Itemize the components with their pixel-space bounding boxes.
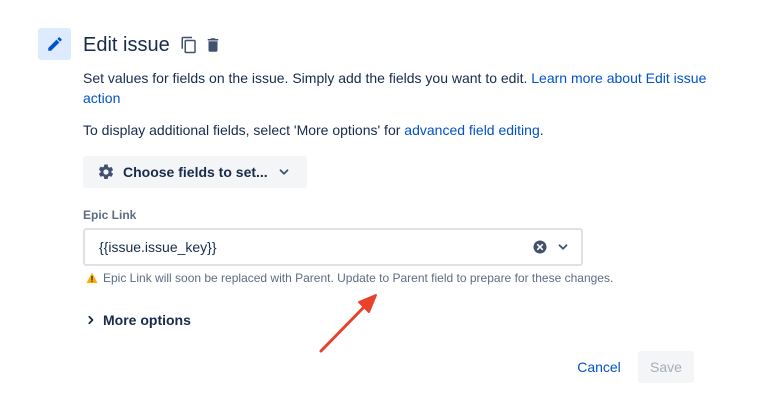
chevron-down-icon[interactable] [557, 241, 569, 253]
deprecation-warning: Epic Link will soon be replaced with Par… [86, 271, 613, 285]
action-icon-box [38, 28, 71, 60]
epic-link-field[interactable]: {{issue.issue_key}} [83, 228, 583, 266]
trash-icon[interactable] [204, 36, 222, 54]
epic-link-label: Epic Link [83, 208, 137, 222]
advanced-field-editing-link[interactable]: advanced field editing [404, 122, 539, 138]
advanced-hint-suffix: . [539, 122, 544, 138]
chevron-right-icon [86, 315, 96, 325]
pencil-icon [46, 35, 64, 53]
header: Edit issue [83, 32, 228, 58]
advanced-hint-prefix: To display additional fields, select 'Mo… [83, 122, 401, 138]
description-text: Set values for fields on the issue. Simp… [83, 68, 723, 108]
more-options-toggle[interactable]: More options [86, 312, 191, 328]
clear-icon[interactable] [533, 240, 547, 254]
choose-fields-button[interactable]: Choose fields to set... [83, 156, 307, 188]
chevron-down-icon [278, 166, 290, 178]
warning-icon [86, 272, 98, 284]
save-button[interactable]: Save [638, 351, 694, 383]
page-title: Edit issue [83, 33, 170, 56]
gear-icon [97, 163, 115, 181]
advanced-hint-text: To display additional fields, select 'Mo… [83, 120, 743, 140]
warning-text: Epic Link will soon be replaced with Par… [103, 271, 614, 285]
choose-fields-label: Choose fields to set... [123, 164, 268, 180]
description-line: Set values for fields on the issue. Simp… [83, 70, 528, 86]
epic-link-value[interactable]: {{issue.issue_key}} [99, 239, 533, 255]
more-options-label: More options [103, 312, 191, 328]
cancel-button[interactable]: Cancel [569, 351, 629, 383]
copy-icon[interactable] [180, 36, 198, 54]
